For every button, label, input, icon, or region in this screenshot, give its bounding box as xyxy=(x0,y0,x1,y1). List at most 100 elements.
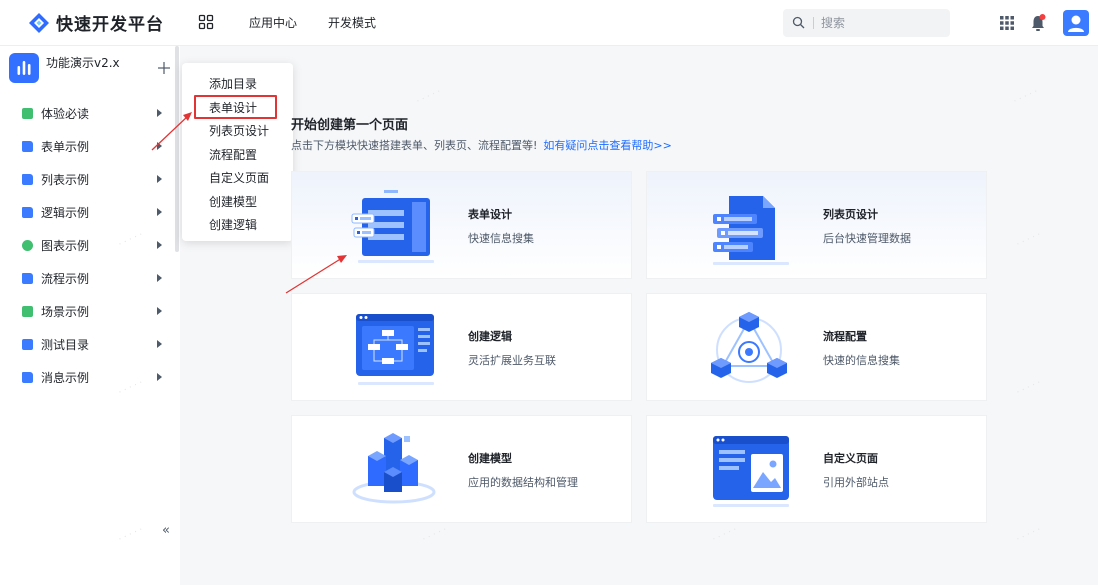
sidebar-item-scene-examples[interactable]: 场景示例 xyxy=(0,297,175,325)
caret-right-icon xyxy=(157,142,162,150)
user-icon xyxy=(1068,15,1084,32)
sidebar-item-form-examples[interactable]: 表单示例 xyxy=(0,132,175,160)
sidebar-item-label: 消息示例 xyxy=(41,371,90,385)
card-title: 自定义页面 xyxy=(823,452,878,465)
card-desc: 引用外部站点 xyxy=(823,476,889,489)
caret-right-icon xyxy=(157,274,162,282)
app-launcher-icon[interactable] xyxy=(999,15,1015,31)
sidebar-item-label: 测试目录 xyxy=(41,338,90,352)
sidebar-item-test-directory[interactable]: 测试目录 xyxy=(0,330,175,358)
flow-config-illustration xyxy=(711,312,787,383)
menu-item-create-logic[interactable]: 创建逻辑 xyxy=(209,216,257,233)
custom-page-illustration xyxy=(713,436,789,507)
add-menu-icon[interactable] xyxy=(157,61,171,75)
card-list-design[interactable]: 列表页设计 后台快速管理数据 xyxy=(646,171,987,279)
caret-right-icon xyxy=(157,307,162,315)
logo-icon xyxy=(29,12,49,33)
folder-icon xyxy=(22,372,33,383)
folder-icon xyxy=(22,207,33,218)
search-box xyxy=(783,9,950,37)
list-design-illustration xyxy=(713,196,789,265)
watermark: · · · · · xyxy=(421,525,449,545)
document-icon xyxy=(22,339,33,350)
watermark: · · · · · xyxy=(415,87,443,107)
app-name: 功能演示v2.x xyxy=(46,56,120,70)
menu-item-list-design[interactable]: 列表页设计 xyxy=(209,122,269,139)
watermark: · · · · · xyxy=(1015,525,1043,545)
card-title: 列表页设计 xyxy=(823,208,878,221)
folder-icon xyxy=(22,273,33,284)
sidebar-item-label: 列表示例 xyxy=(41,173,90,187)
folder-icon xyxy=(22,141,33,152)
top-header: 快速开发平台 应用中心 开发模式 xyxy=(0,0,1098,46)
watermark: · · · · · xyxy=(1015,378,1043,398)
sidebar-item-flow-examples[interactable]: 流程示例 xyxy=(0,264,175,292)
sidebar-item-label: 表单示例 xyxy=(41,140,90,154)
card-title: 表单设计 xyxy=(468,208,512,221)
create-logic-illustration xyxy=(356,314,434,385)
page-icon xyxy=(22,306,33,317)
card-desc: 快速的信息搜集 xyxy=(823,354,900,367)
search-icon xyxy=(792,16,805,29)
app-logo[interactable] xyxy=(9,53,39,83)
search-divider xyxy=(813,17,814,29)
caret-right-icon xyxy=(157,109,162,117)
caret-right-icon xyxy=(157,175,162,183)
sidebar-item-tiyan[interactable]: 体验必读 xyxy=(0,99,175,127)
caret-right-icon xyxy=(157,373,162,381)
watermark: · · · · · xyxy=(711,525,739,545)
help-link[interactable]: 如有疑问点击查看帮助>> xyxy=(543,139,671,152)
card-form-design[interactable]: 表单设计 快速信息搜集 xyxy=(291,171,632,279)
sidebar-item-label: 体验必读 xyxy=(41,107,90,121)
platform-logo[interactable]: 快速开发平台 xyxy=(28,10,164,35)
menu-item-add-directory[interactable]: 添加目录 xyxy=(209,75,257,92)
apps-grid-icon[interactable] xyxy=(198,14,214,30)
sidebar-item-message-examples[interactable]: 消息示例 xyxy=(0,363,175,391)
bell-icon[interactable] xyxy=(1029,13,1047,33)
notification-dot xyxy=(1039,14,1046,20)
sidebar-item-chart-examples[interactable]: 图表示例 xyxy=(0,231,175,259)
subtitle-text: 点击下方模块快速搭建表单、列表页、流程配置等! xyxy=(291,139,538,152)
chart-icon xyxy=(22,240,33,251)
logo-text: 快速开发平台 xyxy=(56,15,164,35)
caret-right-icon xyxy=(157,340,162,348)
card-title: 流程配置 xyxy=(823,330,867,343)
card-desc: 快速信息搜集 xyxy=(468,232,534,245)
caret-right-icon xyxy=(157,208,162,216)
menu-item-create-model[interactable]: 创建模型 xyxy=(209,193,257,210)
caret-right-icon xyxy=(157,241,162,249)
collapse-sidebar-button[interactable]: « xyxy=(162,523,170,538)
nav-dev-mode[interactable]: 开发模式 xyxy=(328,14,376,31)
page-title: 开始创建第一个页面 xyxy=(291,118,409,133)
card-desc: 应用的数据结构和管理 xyxy=(468,476,578,489)
watermark: · · · · · xyxy=(1015,230,1043,250)
nav-app-center[interactable]: 应用中心 xyxy=(249,14,297,31)
search-input[interactable] xyxy=(821,13,941,33)
page-subtitle: 点击下方模块快速搭建表单、列表页、流程配置等! 如有疑问点击查看帮助>> xyxy=(291,137,672,153)
bar-chart-icon xyxy=(17,61,31,75)
card-create-model[interactable]: 创建模型 应用的数据结构和管理 xyxy=(291,415,632,523)
avatar[interactable] xyxy=(1063,10,1089,36)
form-design-illustration xyxy=(351,190,434,263)
sidebar-item-logic-examples[interactable]: 逻辑示例 xyxy=(0,198,175,226)
sidebar: 功能演示v2.x 体验必读 表单示例 列表示例 逻辑示例 图表示例 流程示例 场… xyxy=(0,46,180,585)
sidebar-item-label: 图表示例 xyxy=(41,239,90,253)
card-desc: 灵活扩展业务互联 xyxy=(468,354,556,367)
menu-item-flow-config[interactable]: 流程配置 xyxy=(209,146,257,163)
watermark: · · · · · xyxy=(1012,87,1040,107)
annotation-highlight-box xyxy=(194,95,277,119)
sidebar-scrollbar[interactable] xyxy=(175,46,179,252)
card-create-logic[interactable]: 创建逻辑 灵活扩展业务互联 xyxy=(291,293,632,401)
sidebar-item-label: 流程示例 xyxy=(41,272,90,286)
add-menu-dropdown: 添加目录 表单设计 列表页设计 流程配置 自定义页面 创建模型 创建逻辑 xyxy=(182,63,293,241)
card-desc: 后台快速管理数据 xyxy=(823,232,911,245)
folder-icon xyxy=(22,174,33,185)
sidebar-item-list-examples[interactable]: 列表示例 xyxy=(0,165,175,193)
card-flow-config[interactable]: 流程配置 快速的信息搜集 xyxy=(646,293,987,401)
page-icon xyxy=(22,108,33,119)
card-title: 创建模型 xyxy=(468,452,512,465)
card-title: 创建逻辑 xyxy=(468,330,512,343)
card-custom-page[interactable]: 自定义页面 引用外部站点 xyxy=(646,415,987,523)
menu-item-custom-page[interactable]: 自定义页面 xyxy=(209,169,269,186)
create-model-illustration xyxy=(352,433,436,504)
